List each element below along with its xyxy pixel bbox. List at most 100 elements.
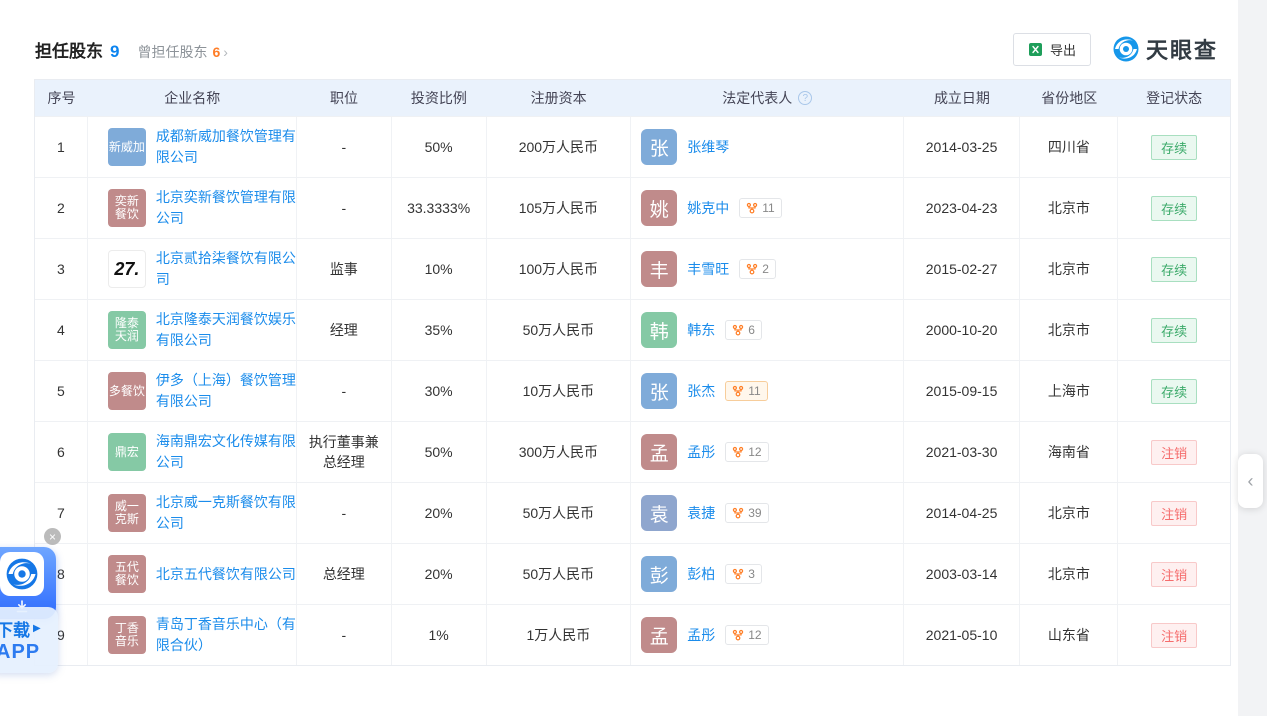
export-label: 导出 (1050, 40, 1076, 59)
company-logo[interactable]: 新威加 (108, 128, 146, 166)
company-logo[interactable]: 鼎宏 (108, 433, 146, 471)
rep-relations-badge[interactable]: 11 (725, 381, 767, 401)
table-row: 4 隆泰天润 北京隆泰天润餐饮娱乐有限公司 经理 35% 50万人民币 韩 韩东… (35, 299, 1230, 360)
rep-name-link[interactable]: 袁捷 (687, 503, 715, 523)
rep-name-link[interactable]: 孟彤 (687, 625, 715, 645)
company-cell: 27. 北京贰拾柒餐饮有限公司 (88, 239, 297, 299)
company-cell: 五代餐饮 北京五代餐饮有限公司 (88, 544, 297, 604)
rep-avatar[interactable]: 孟 (641, 617, 677, 653)
export-button[interactable]: 导出 (1013, 33, 1091, 66)
company-name-link[interactable]: 北京隆泰天润餐饮娱乐有限公司 (156, 309, 296, 351)
capital-cell: 300万人民币 (487, 422, 632, 482)
legal-rep-cell: 张 张杰 11 (631, 361, 903, 421)
company-name-link[interactable]: 北京贰拾柒餐饮有限公司 (156, 248, 296, 290)
tab-current-shareholder[interactable]: 担任股东9 (35, 37, 119, 62)
ratio-cell: 35% (392, 300, 487, 360)
rep-relations-badge[interactable]: 2 (739, 259, 776, 279)
rep-avatar[interactable]: 袁 (641, 495, 677, 531)
header-date: 成立日期 (904, 80, 1021, 116)
status-badge: 存续 (1151, 318, 1197, 343)
row-number: 4 (35, 300, 88, 360)
date-cell: 2014-03-25 (904, 117, 1021, 177)
rep-relations-badge[interactable]: 39 (725, 503, 768, 523)
rep-avatar[interactable]: 张 (641, 373, 677, 409)
header-status: 登记状态 (1118, 80, 1230, 116)
relations-icon (732, 324, 744, 336)
company-name-link[interactable]: 海南鼎宏文化传媒有限公司 (156, 431, 296, 473)
province-cell: 海南省 (1020, 422, 1118, 482)
promo-close-button[interactable]: × (44, 528, 61, 545)
status-cell: 注销 (1118, 605, 1230, 665)
rep-name-link[interactable]: 张维琴 (687, 137, 729, 157)
date-cell: 2015-02-27 (904, 239, 1021, 299)
rep-avatar[interactable]: 孟 (641, 434, 677, 470)
status-badge: 注销 (1151, 562, 1197, 587)
position-cell: - (297, 605, 392, 665)
rep-avatar[interactable]: 彭 (641, 556, 677, 592)
rep-relations-badge[interactable]: 3 (725, 564, 762, 584)
rep-relations-badge[interactable]: 12 (725, 442, 768, 462)
date-cell: 2021-05-10 (904, 605, 1021, 665)
company-cell: 多餐饮 伊多（上海）餐饮管理有限公司 (88, 361, 297, 421)
company-name-link[interactable]: 北京奕新餐饮管理有限公司 (156, 187, 296, 229)
company-logo[interactable]: 丁香音乐 (108, 616, 146, 654)
rep-relations-badge[interactable]: 11 (739, 198, 781, 218)
ratio-cell: 20% (392, 544, 487, 604)
relations-icon (732, 446, 744, 458)
status-cell: 存续 (1118, 239, 1230, 299)
company-logo[interactable]: 五代餐饮 (108, 555, 146, 593)
help-icon[interactable]: ? (798, 91, 812, 105)
date-cell: 2000-10-20 (904, 300, 1021, 360)
ratio-cell: 50% (392, 422, 487, 482)
rep-name-link[interactable]: 丰雪旺 (687, 259, 729, 279)
tianyancha-logo: 天眼查 (1113, 33, 1218, 65)
close-icon: × (49, 530, 56, 544)
shareholder-table: 序号 企业名称 职位 投资比例 注册资本 法定代表人 ? 成立日期 省份地区 登… (34, 79, 1231, 666)
company-logo[interactable]: 隆泰天润 (108, 311, 146, 349)
rep-avatar[interactable]: 韩 (641, 312, 677, 348)
legal-rep-cell: 韩 韩东 6 (631, 300, 903, 360)
company-name-link[interactable]: 伊多（上海）餐饮管理有限公司 (156, 370, 296, 412)
rep-name-link[interactable]: 韩东 (687, 320, 715, 340)
rep-name-link[interactable]: 姚克中 (687, 198, 729, 218)
table-row: 6 鼎宏 海南鼎宏文化传媒有限公司 执行董事兼总经理 50% 300万人民币 孟… (35, 421, 1230, 482)
company-name-link[interactable]: 北京威一克斯餐饮有限公司 (156, 492, 296, 534)
company-logo[interactable]: 27. (108, 250, 146, 288)
tab-former-shareholder[interactable]: 曾担任股东6› (137, 42, 227, 62)
company-name-link[interactable]: 北京五代餐饮有限公司 (156, 564, 296, 585)
relations-count: 11 (762, 201, 774, 215)
status-cell: 存续 (1118, 361, 1230, 421)
status-cell: 存续 (1118, 300, 1230, 360)
collapse-panel-tab[interactable]: ‹ (1238, 454, 1263, 508)
company-logo[interactable]: 威一克斯 (108, 494, 146, 532)
company-logo[interactable]: 奕新餐饮 (108, 189, 146, 227)
rep-name-link[interactable]: 彭柏 (687, 564, 715, 584)
province-cell: 四川省 (1020, 117, 1118, 177)
status-cell: 注销 (1118, 544, 1230, 604)
rep-avatar[interactable]: 张 (641, 129, 677, 165)
tianyancha-app-icon (6, 558, 38, 590)
company-name-link[interactable]: 青岛丁香音乐中心（有限合伙） (156, 614, 296, 656)
rep-relations-badge[interactable]: 12 (725, 625, 768, 645)
brand-name: 天眼查 (1146, 33, 1218, 65)
rep-name-link[interactable]: 孟彤 (687, 442, 715, 462)
app-download-label[interactable]: 下载▶ APP (0, 607, 58, 673)
header-actions: 导出 天眼查 (1013, 33, 1218, 66)
relations-count: 6 (748, 323, 755, 337)
rep-name-link[interactable]: 张杰 (687, 381, 715, 401)
rep-avatar[interactable]: 丰 (641, 251, 677, 287)
province-cell: 北京市 (1020, 178, 1118, 238)
status-badge: 存续 (1151, 135, 1197, 160)
company-name-link[interactable]: 成都新威加餐饮管理有限公司 (156, 126, 296, 168)
table-row: 3 27. 北京贰拾柒餐饮有限公司 监事 10% 100万人民币 丰 丰雪旺 2… (35, 238, 1230, 299)
province-cell: 山东省 (1020, 605, 1118, 665)
rep-relations-badge[interactable]: 6 (725, 320, 762, 340)
status-cell: 注销 (1118, 422, 1230, 482)
ratio-cell: 33.3333% (392, 178, 487, 238)
play-icon: ▶ (33, 623, 41, 634)
company-logo[interactable]: 多餐饮 (108, 372, 146, 410)
rep-avatar[interactable]: 姚 (641, 190, 677, 226)
shareholder-tabs: 担任股东9 曾担任股东6› (35, 37, 228, 62)
position-cell: 监事 (297, 239, 392, 299)
company-cell: 威一克斯 北京威一克斯餐饮有限公司 (88, 483, 297, 543)
